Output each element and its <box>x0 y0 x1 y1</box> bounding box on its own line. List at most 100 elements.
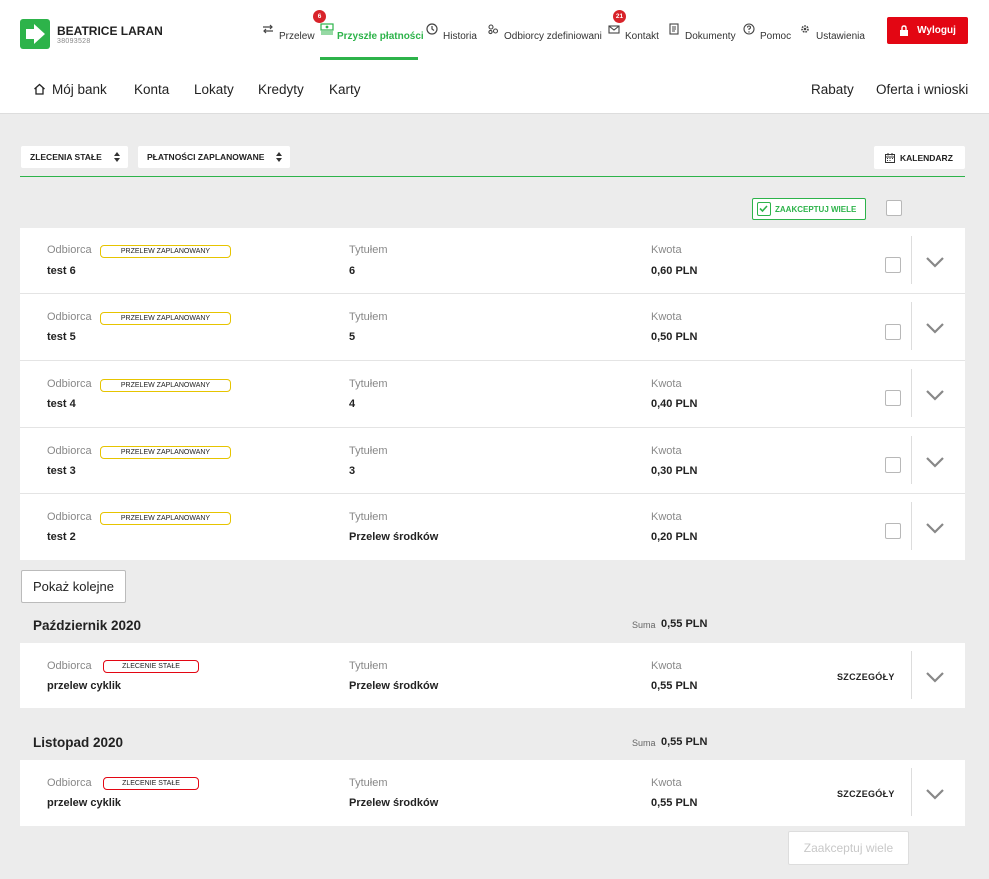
active-nav-indicator <box>320 57 418 60</box>
sum-value: 0,55 PLN <box>661 618 708 630</box>
main-menu: Mój bank Konta Lokaty Kredyty Karty Raba… <box>0 66 989 114</box>
recipient-label: Odbiorca <box>47 244 92 256</box>
nav-history-label: Historia <box>443 30 477 42</box>
sum-label: Suma <box>632 738 656 748</box>
row-checkbox[interactable] <box>885 523 901 539</box>
title-label: Tytułem <box>349 378 388 390</box>
menu-deposits[interactable]: Lokaty <box>194 82 234 97</box>
recipient-label: Odbiorca <box>47 660 92 672</box>
accept-many-button[interactable]: ZAAKCEPTUJ WIELE <box>752 198 866 220</box>
scheduled-payments-select[interactable]: PŁATNOŚCI ZAPLANOWANE <box>138 146 290 168</box>
recipient-value: test 6 <box>47 265 76 277</box>
title-value: 6 <box>349 265 356 277</box>
calendar-icon <box>885 152 895 163</box>
standing-orders-select[interactable]: ZLECENIA STAŁE <box>21 146 128 168</box>
chevron-down-icon[interactable] <box>925 256 945 268</box>
logout-label: Wyloguj <box>917 25 956 36</box>
chevron-down-icon[interactable] <box>925 322 945 334</box>
accept-many-label: ZAAKCEPTUJ WIELE <box>775 204 857 214</box>
row-checkbox[interactable] <box>885 457 901 473</box>
recipient-value: test 5 <box>47 331 76 343</box>
payment-row: Odbiorca PRZELEW ZAPLANOWANY test 2 Tytu… <box>20 494 965 560</box>
contact-badge: 21 <box>613 10 626 23</box>
chevron-down-icon[interactable] <box>925 788 945 800</box>
row-checkbox[interactable] <box>885 324 901 340</box>
amount-label: Kwota <box>651 777 682 789</box>
title-label: Tytułem <box>349 244 388 256</box>
sum-label: Suma <box>632 620 656 630</box>
menu-discounts[interactable]: Rabaty <box>811 82 854 97</box>
standing-orders-label: ZLECENIA STAŁE <box>30 152 102 162</box>
status-badge: ZLECENIE STAŁE <box>103 660 199 673</box>
payment-row: Odbiorca PRZELEW ZAPLANOWANY test 5 Tytu… <box>20 294 965 360</box>
nav-transfer-label: Przelew <box>279 30 315 42</box>
user-id: 38093528 <box>57 38 91 45</box>
amount-value: 0,30 PLN <box>651 465 698 477</box>
chevron-down-icon[interactable] <box>925 456 945 468</box>
nav-recipients[interactable]: Odbiorcy zdefiniowani <box>487 22 602 42</box>
nav-contact[interactable]: Kontakt <box>608 22 659 42</box>
show-more-button[interactable]: Pokaż kolejne <box>21 570 126 603</box>
sum-value: 0,55 PLN <box>661 736 708 748</box>
menu-loans[interactable]: Kredyty <box>258 82 304 97</box>
chevron-down-icon[interactable] <box>925 671 945 683</box>
nav-recipients-label: Odbiorcy zdefiniowani <box>504 30 602 42</box>
status-badge: PRZELEW ZAPLANOWANY <box>100 245 231 258</box>
chevron-down-icon[interactable] <box>925 522 945 534</box>
menu-my-bank[interactable]: Mój bank <box>33 82 107 97</box>
scheduled-payments-label: PŁATNOŚCI ZAPLANOWANE <box>147 152 265 162</box>
details-link[interactable]: SZCZEGÓŁY <box>837 789 895 799</box>
recipient-label: Odbiorca <box>47 311 92 323</box>
nav-history[interactable]: Historia <box>426 22 477 42</box>
select-all-checkbox[interactable] <box>886 200 902 216</box>
status-badge: PRZELEW ZAPLANOWANY <box>100 446 231 459</box>
details-link[interactable]: SZCZEGÓŁY <box>837 672 895 682</box>
standing-order-row: Odbiorca ZLECENIE STAŁE przelew cyklik T… <box>20 643 965 708</box>
gear-icon <box>799 23 811 35</box>
home-icon <box>34 83 45 95</box>
recipient-label: Odbiorca <box>47 378 92 390</box>
row-separator <box>911 651 912 699</box>
title-label: Tytułem <box>349 777 388 789</box>
title-label: Tytułem <box>349 445 388 457</box>
calendar-button[interactable]: KALENDARZ <box>874 146 965 169</box>
row-checkbox[interactable] <box>885 390 901 406</box>
recipient-value: przelew cyklik <box>47 797 121 809</box>
mail-icon <box>608 23 620 35</box>
check-icon <box>757 202 771 216</box>
menu-cards[interactable]: Karty <box>329 82 361 97</box>
menu-accounts[interactable]: Konta <box>134 82 169 97</box>
title-label: Tytułem <box>349 511 388 523</box>
amount-label: Kwota <box>651 311 682 323</box>
recipient-value: test 3 <box>47 465 76 477</box>
nav-settings[interactable]: Ustawienia <box>799 22 865 42</box>
month-heading: Październik 2020 <box>33 618 142 633</box>
title-value: Przelew środków <box>349 531 439 543</box>
menu-offers[interactable]: Oferta i wnioski <box>876 82 968 97</box>
row-separator <box>911 502 912 550</box>
amount-value: 0,40 PLN <box>651 398 698 410</box>
row-checkbox[interactable] <box>885 257 901 273</box>
logout-button[interactable]: Wyloguj <box>887 17 968 44</box>
amount-value: 0,55 PLN <box>651 680 698 692</box>
amount-value: 0,55 PLN <box>651 797 698 809</box>
calendar-label: KALENDARZ <box>900 152 953 163</box>
nav-future-payments[interactable]: Przyszłe płatności <box>320 22 424 42</box>
month-heading: Listopad 2020 <box>33 735 124 750</box>
title-value: 4 <box>349 398 356 410</box>
nav-transfer[interactable]: Przelew <box>262 22 315 42</box>
filter-divider <box>20 176 965 177</box>
row-separator <box>911 236 912 284</box>
standing-order-row: Odbiorca ZLECENIE STAŁE przelew cyklik T… <box>20 760 965 826</box>
nav-documents[interactable]: Dokumenty <box>668 22 736 42</box>
recipient-value: test 2 <box>47 531 76 543</box>
title-label: Tytułem <box>349 660 388 672</box>
amount-label: Kwota <box>651 660 682 672</box>
nav-help[interactable]: Pomoc <box>743 22 791 42</box>
recipient-label: Odbiorca <box>47 777 92 789</box>
chevron-down-icon[interactable] <box>925 389 945 401</box>
nav-help-label: Pomoc <box>760 30 792 42</box>
nav-contact-label: Kontakt <box>625 30 659 42</box>
accept-many-bottom-button[interactable]: Zaakceptuj wiele <box>788 831 909 865</box>
bank-logo[interactable] <box>20 19 50 49</box>
